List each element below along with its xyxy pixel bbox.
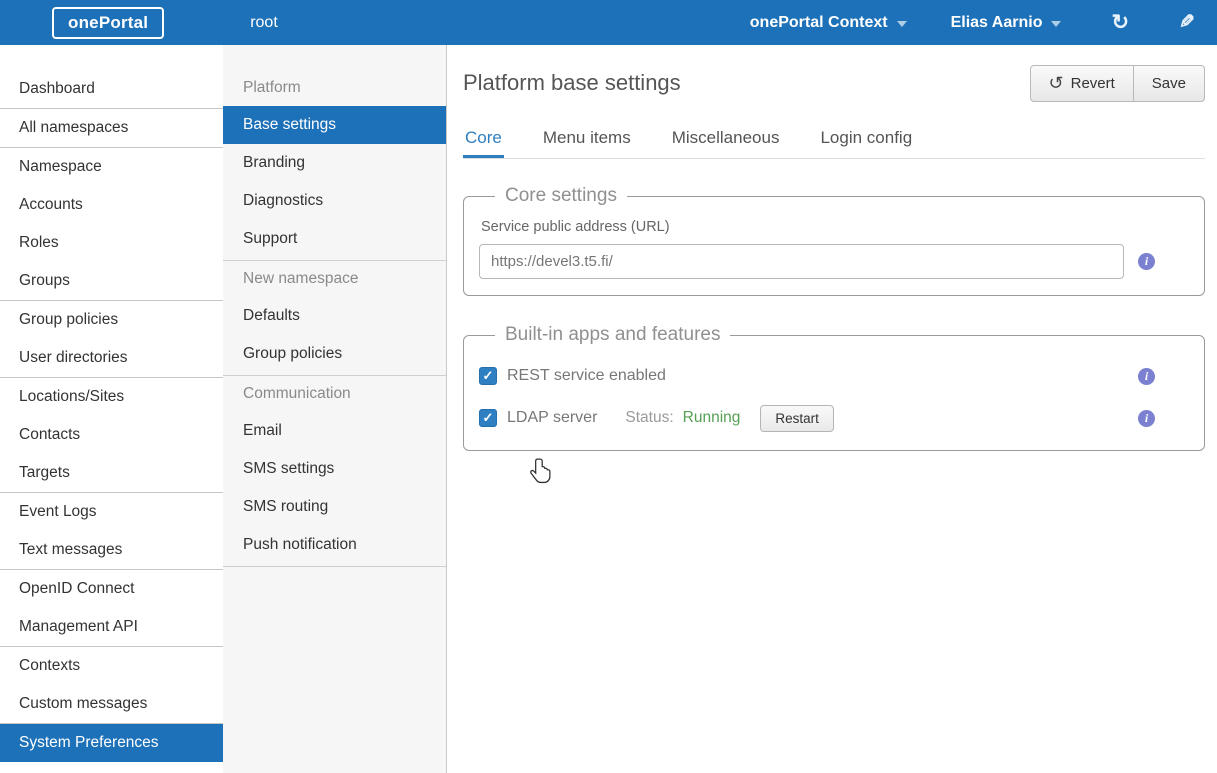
builtin-apps-legend: Built-in apps and features [495,324,730,346]
subnav-section-communication: Communication Email SMS settings SMS rou… [223,376,446,567]
service-url-row: i [479,244,1189,279]
tab-login-config[interactable]: Login config [818,119,914,158]
subnav-item-push-notification[interactable]: Push notification [223,526,446,564]
tab-menu-items[interactable]: Menu items [541,119,633,158]
rest-service-label: REST service enabled [507,367,666,385]
subnav-item-branding[interactable]: Branding [223,144,446,182]
current-namespace: root [250,14,278,32]
user-name: Elias Aarnio [951,14,1043,32]
sidebar-group: Locations/Sites Contacts Targets [0,378,223,493]
sidebar-item-event-logs[interactable]: Event Logs [0,493,223,531]
ldap-server-row: ✓ LDAP server Status: Running Restart i [479,400,1189,436]
core-settings-legend: Core settings [495,185,627,207]
sidebar-item-accounts[interactable]: Accounts [0,186,223,224]
sidebar-item-system-preferences[interactable]: System Preferences [0,724,223,762]
sidebar-item-group-policies[interactable]: Group policies [0,301,223,339]
info-icon[interactable]: i [1138,368,1155,385]
subnav-section-new-namespace: New namespace Defaults Group policies [223,261,446,376]
topbar: onePortal root onePortal Context Elias A… [0,0,1217,45]
refresh-icon[interactable]: ↻ [1111,12,1129,33]
context-selector[interactable]: onePortal Context [750,14,907,32]
builtin-apps-fieldset: Built-in apps and features ✓ REST servic… [463,324,1205,451]
main-content: Platform base settings ↺ Revert Save Cor… [447,45,1217,773]
ldap-server-checkbox[interactable]: ✓ [479,409,497,427]
ldap-server-label: LDAP server [507,409,597,427]
sidebar: Dashboard All namespaces Namespace Accou… [0,45,223,773]
revert-button-label: Revert [1071,75,1115,92]
oneportal-logo[interactable]: onePortal [52,7,164,39]
rest-service-checkbox[interactable]: ✓ [479,367,497,385]
sidebar-group: All namespaces [0,109,223,148]
sidebar-group: Namespace Accounts Roles Groups [0,148,223,301]
subnav-item-diagnostics[interactable]: Diagnostics [223,182,446,220]
subnav-item-sms-routing[interactable]: SMS routing [223,488,446,526]
rest-service-row: ✓ REST service enabled i [479,358,1189,394]
subnav-header-new-namespace: New namespace [223,261,446,297]
main-header: Platform base settings ↺ Revert Save [463,61,1205,105]
user-menu[interactable]: Elias Aarnio [951,14,1062,32]
sidebar-item-groups[interactable]: Groups [0,262,223,300]
body-columns: Dashboard All namespaces Namespace Accou… [0,45,1217,773]
save-button[interactable]: Save [1133,65,1205,102]
settings-subnav: Platform Base settings Branding Diagnost… [223,45,447,773]
sidebar-item-text-messages[interactable]: Text messages [0,531,223,569]
sidebar-group: Contexts Custom messages [0,647,223,724]
chevron-down-icon [1051,21,1061,27]
sidebar-group: Group policies User directories [0,301,223,378]
sidebar-item-all-namespaces[interactable]: All namespaces [0,109,223,147]
subnav-header-platform: Platform [223,70,446,106]
subnav-header-communication: Communication [223,376,446,412]
service-url-label: Service public address (URL) [481,219,1187,235]
subnav-item-sms-settings[interactable]: SMS settings [223,450,446,488]
hand-cursor-icon [530,458,553,485]
sidebar-item-openid-connect[interactable]: OpenID Connect [0,570,223,608]
sidebar-item-contexts[interactable]: Contexts [0,647,223,685]
ldap-status-label: Status: [625,409,673,427]
sidebar-item-dashboard[interactable]: Dashboard [0,70,223,108]
sidebar-item-namespace[interactable]: Namespace [0,148,223,186]
revert-icon: ↺ [1049,73,1064,94]
logo-text: onePortal [68,13,148,32]
sidebar-group: Event Logs Text messages [0,493,223,570]
revert-button[interactable]: ↺ Revert [1030,65,1134,102]
action-button-group: ↺ Revert Save [1030,65,1205,102]
ldap-status-value: Running [683,409,741,427]
subnav-section-platform: Platform Base settings Branding Diagnost… [223,70,446,261]
subnav-item-support[interactable]: Support [223,220,446,258]
subnav-item-defaults[interactable]: Defaults [223,297,446,335]
context-selector-label: onePortal Context [750,14,888,32]
sidebar-item-locations-sites[interactable]: Locations/Sites [0,378,223,416]
info-icon[interactable]: i [1138,410,1155,427]
edit-icon[interactable]: ✎ [1179,13,1195,32]
subnav-item-group-policies[interactable]: Group policies [223,335,446,373]
sidebar-group: Dashboard [0,70,223,109]
subnav-item-base-settings[interactable]: Base settings [223,106,446,144]
ldap-restart-button[interactable]: Restart [760,405,834,432]
info-icon[interactable]: i [1138,253,1155,270]
app-root: onePortal root onePortal Context Elias A… [0,0,1217,773]
sidebar-group: OpenID Connect Management API [0,570,223,647]
tab-core[interactable]: Core [463,119,504,158]
sidebar-item-roles[interactable]: Roles [0,224,223,262]
page-title: Platform base settings [463,70,681,96]
settings-tabs: Core Menu items Miscellaneous Login conf… [463,119,1205,159]
sidebar-item-user-directories[interactable]: User directories [0,339,223,377]
sidebar-item-targets[interactable]: Targets [0,454,223,492]
save-button-label: Save [1152,75,1186,92]
tab-miscellaneous[interactable]: Miscellaneous [670,119,782,158]
subnav-item-email[interactable]: Email [223,412,446,450]
service-url-input[interactable] [479,244,1124,279]
sidebar-item-custom-messages[interactable]: Custom messages [0,685,223,723]
sidebar-item-management-api[interactable]: Management API [0,608,223,646]
sidebar-item-contacts[interactable]: Contacts [0,416,223,454]
chevron-down-icon [897,21,907,27]
core-settings-fieldset: Core settings Service public address (UR… [463,185,1205,296]
